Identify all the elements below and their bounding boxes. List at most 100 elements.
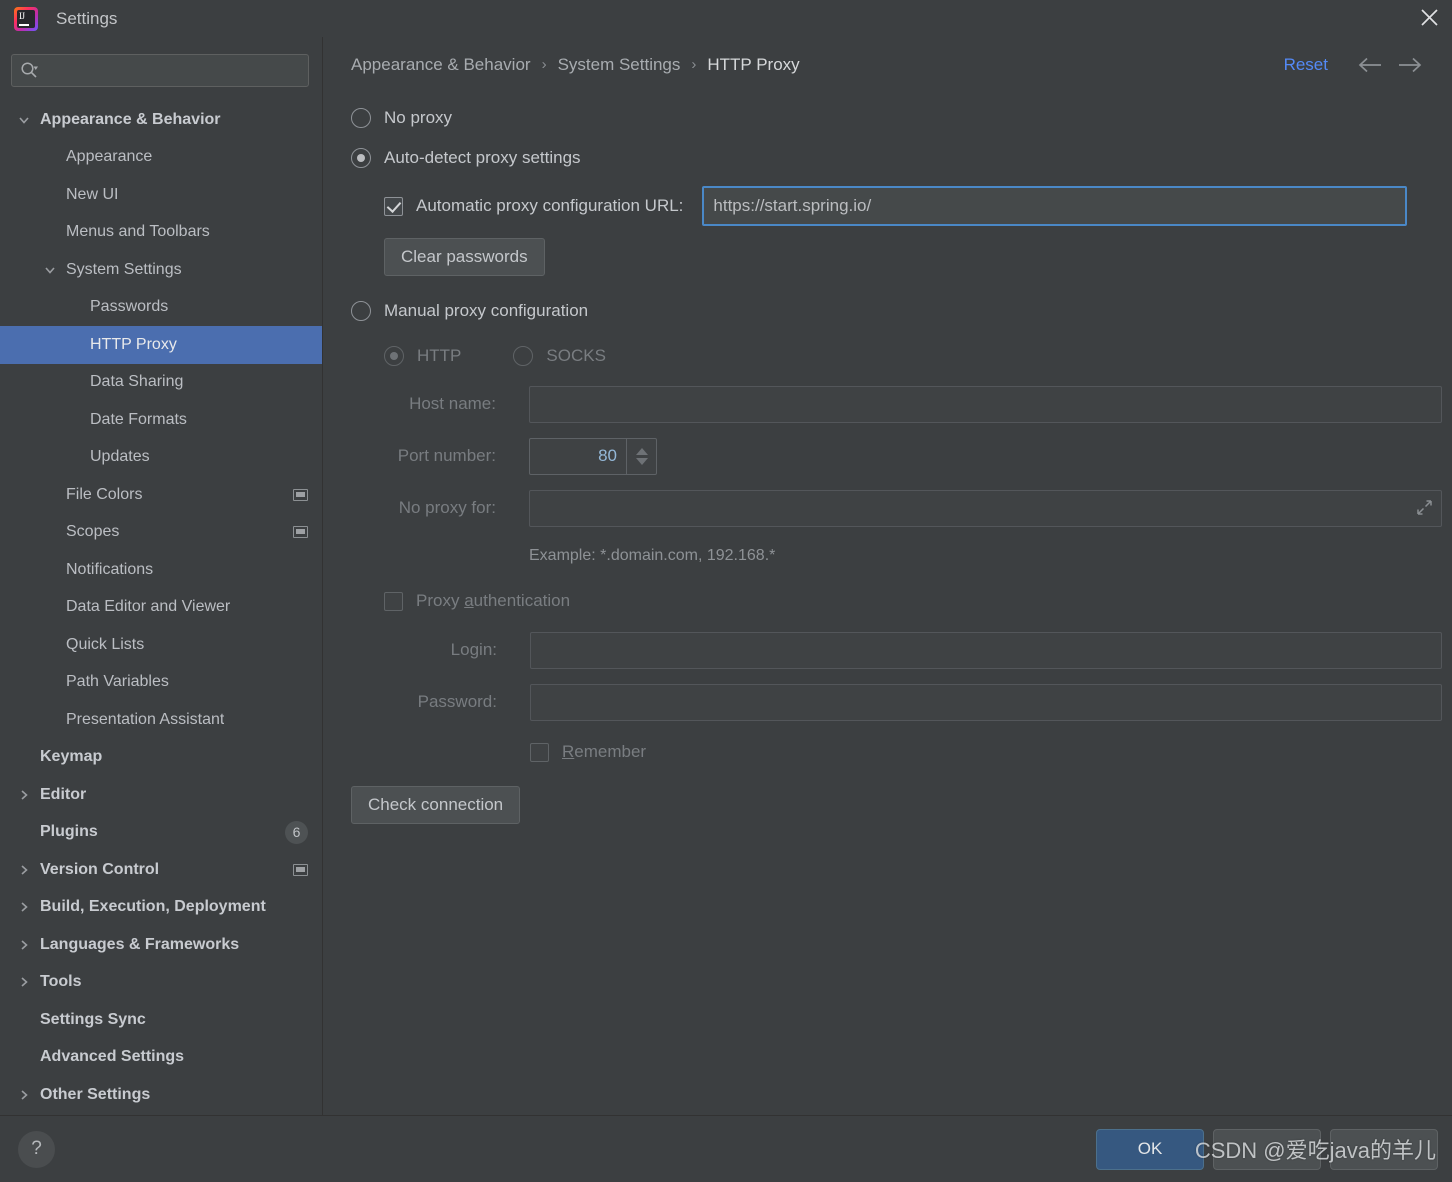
remember-row[interactable]: Remember — [351, 728, 1442, 776]
sidebar-item-tools[interactable]: Tools — [0, 964, 322, 1002]
login-row: Login: — [351, 624, 1442, 676]
sidebar-item-notifications[interactable]: Notifications — [0, 551, 322, 589]
chevron-right-icon[interactable] — [16, 862, 32, 878]
sidebar-item-label: Build, Execution, Deployment — [40, 898, 266, 916]
apply-button[interactable] — [1330, 1128, 1438, 1170]
socks-radio[interactable] — [513, 346, 534, 366]
chevron-up-icon[interactable] — [635, 447, 648, 455]
sidebar-item-settings-sync[interactable]: Settings Sync — [0, 1001, 322, 1039]
sidebar-item-appearance-behavior[interactable]: Appearance & Behavior — [0, 101, 322, 139]
plugins-count-badge: 6 — [285, 820, 308, 844]
sidebar-item-label: Settings Sync — [40, 1010, 146, 1028]
chevron-down-icon[interactable] — [42, 262, 58, 278]
sidebar-item-menus-and-toolbars[interactable]: Menus and Toolbars — [0, 214, 322, 252]
chevron-right-icon[interactable] — [16, 899, 32, 915]
auto-detect-label: Auto-detect proxy settings — [384, 148, 581, 167]
remember-checkbox[interactable] — [530, 742, 549, 762]
host-name-input[interactable] — [529, 385, 1442, 423]
check-connection-button[interactable]: Check connection — [351, 786, 521, 824]
auto-detect-option[interactable]: Auto-detect proxy settings — [351, 138, 1442, 178]
sidebar-item-quick-lists[interactable]: Quick Lists — [0, 626, 322, 664]
password-row: Password: — [351, 676, 1442, 728]
help-icon[interactable]: ? — [18, 1130, 55, 1168]
port-number-stepper[interactable]: 80 — [529, 437, 657, 475]
remember-label-post: emember — [574, 742, 647, 761]
sidebar-item-data-editor-and-viewer[interactable]: Data Editor and Viewer — [0, 589, 322, 627]
title-bar: IJ Settings — [0, 0, 1452, 37]
search-box[interactable] — [11, 54, 309, 87]
chevron-right-icon[interactable] — [16, 1087, 32, 1103]
sidebar-item-path-variables[interactable]: Path Variables — [0, 664, 322, 702]
sidebar-item-version-control[interactable]: Version Control — [0, 851, 322, 889]
sidebar-item-keymap[interactable]: Keymap — [0, 739, 322, 777]
sidebar-item-label: Plugins — [40, 823, 98, 841]
sidebar-item-passwords[interactable]: Passwords — [0, 289, 322, 327]
clear-passwords-button[interactable]: Clear passwords — [384, 238, 545, 276]
chevron-down-icon[interactable] — [16, 112, 32, 128]
proxy-auth-label-pre: Proxy — [416, 591, 465, 610]
password-input[interactable] — [530, 683, 1442, 721]
login-input[interactable] — [530, 631, 1442, 669]
breadcrumb-item-0[interactable]: Appearance & Behavior — [351, 55, 531, 75]
search-input[interactable] — [40, 62, 300, 79]
sidebar-item-other-settings[interactable]: Other Settings — [0, 1076, 322, 1114]
chevron-right-icon[interactable] — [16, 937, 32, 953]
auto-config-url-input[interactable] — [702, 186, 1408, 226]
sidebar-item-data-sharing[interactable]: Data Sharing — [0, 364, 322, 402]
host-name-label: Host name: — [409, 394, 496, 413]
sidebar-item-http-proxy[interactable]: HTTP Proxy — [0, 326, 322, 364]
ok-button[interactable]: OK — [1096, 1128, 1204, 1170]
auto-config-url-checkbox[interactable] — [384, 196, 403, 216]
no-proxy-option[interactable]: No proxy — [351, 98, 1442, 138]
sidebar-item-file-colors[interactable]: File Colors — [0, 476, 322, 514]
stepper-arrows[interactable] — [626, 438, 656, 474]
sidebar-item-new-ui[interactable]: New UI — [0, 176, 322, 214]
sidebar-item-system-settings[interactable]: System Settings — [0, 251, 322, 289]
proxy-auth-row[interactable]: Proxy authentication — [351, 578, 1442, 624]
remember-mnemonic: R — [562, 742, 575, 761]
password-label: Password: — [417, 692, 497, 711]
sidebar-item-languages-frameworks[interactable]: Languages & Frameworks — [0, 926, 322, 964]
sidebar-item-presentation-assistant[interactable]: Presentation Assistant — [0, 701, 322, 739]
chevron-right-icon[interactable] — [16, 974, 32, 990]
manual-proxy-label: Manual proxy configuration — [384, 301, 589, 320]
arrow-left-icon[interactable] — [1350, 50, 1390, 80]
settings-dialog: IJ Settings Appearance & Behavior Appear… — [0, 0, 1452, 1182]
chevron-down-icon[interactable] — [635, 457, 648, 465]
manual-proxy-radio[interactable] — [351, 301, 371, 321]
http-radio[interactable] — [384, 346, 404, 366]
no-proxy-radio[interactable] — [351, 108, 371, 128]
sidebar-item-date-formats[interactable]: Date Formats — [0, 401, 322, 439]
port-number-label: Port number: — [397, 446, 496, 465]
close-icon[interactable] — [1406, 0, 1452, 34]
port-number-row: Port number: 80 — [351, 430, 1442, 482]
chevron-right-icon[interactable] — [16, 787, 32, 803]
sidebar-item-editor[interactable]: Editor — [0, 776, 322, 814]
reset-link[interactable]: Reset — [1284, 55, 1328, 75]
sidebar-item-label: Notifications — [66, 560, 154, 578]
sidebar-item-appearance[interactable]: Appearance — [0, 139, 322, 177]
auto-detect-radio[interactable] — [351, 148, 371, 168]
no-proxy-for-input[interactable] — [529, 489, 1442, 527]
expand-icon[interactable] — [1416, 499, 1434, 517]
remember-label: Remember — [562, 742, 646, 762]
sidebar-item-build-execution-deployment[interactable]: Build, Execution, Deployment — [0, 889, 322, 927]
sidebar-item-plugins[interactable]: Plugins 6 — [0, 814, 322, 852]
sidebar-item-scopes[interactable]: Scopes — [0, 514, 322, 552]
arrow-right-icon[interactable] — [1390, 50, 1430, 80]
no-proxy-for-label: No proxy for: — [398, 498, 496, 517]
proxy-auth-checkbox[interactable] — [384, 591, 403, 611]
settings-content: Appearance & Behavior › System Settings … — [323, 37, 1452, 1115]
sidebar-item-updates[interactable]: Updates — [0, 439, 322, 477]
manual-proxy-option[interactable]: Manual proxy configuration — [351, 288, 1442, 334]
sidebar-item-advanced-settings[interactable]: Advanced Settings — [0, 1039, 322, 1077]
cancel-button[interactable] — [1213, 1128, 1321, 1170]
breadcrumb-item-1[interactable]: System Settings — [558, 55, 681, 75]
